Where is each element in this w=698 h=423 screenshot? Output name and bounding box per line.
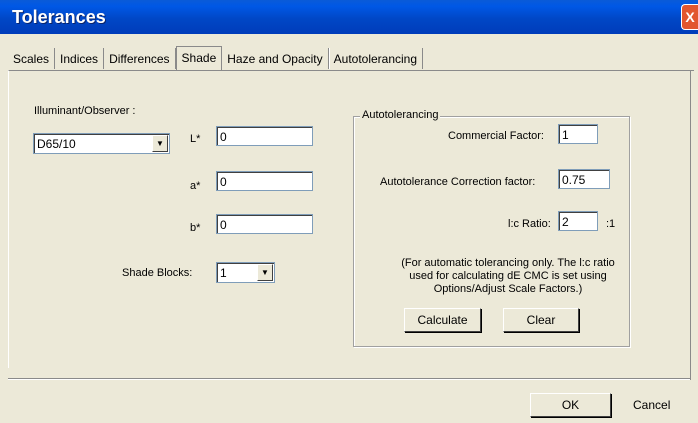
correction-factor-input[interactable]: 0.75 bbox=[558, 169, 610, 189]
lc-ratio-suffix: :1 bbox=[606, 218, 616, 230]
correction-factor-label: Autotolerance Correction factor: bbox=[380, 176, 536, 188]
shade-blocks-select[interactable]: 1 ▼ bbox=[216, 262, 275, 283]
l-star-label: L* bbox=[190, 133, 201, 145]
autotolerancing-group: Autotolerancing bbox=[353, 109, 630, 347]
ok-button[interactable]: OK bbox=[530, 393, 611, 417]
panel-right-edge bbox=[690, 70, 691, 380]
illuminant-observer-label: Illuminant/Observer : bbox=[34, 105, 136, 117]
lc-ratio-input[interactable]: 2 bbox=[558, 211, 598, 231]
tab-autotolerancing[interactable]: Autotolerancing bbox=[329, 48, 424, 69]
a-star-label: a* bbox=[190, 180, 201, 192]
tab-strip: Scales Indices Differences Shade Haze an… bbox=[8, 46, 424, 70]
tab-haze-and-opacity[interactable]: Haze and Opacity bbox=[222, 48, 329, 69]
lc-ratio-label: l:c Ratio: bbox=[508, 218, 551, 230]
shade-blocks-value: 1 bbox=[220, 266, 227, 280]
tab-shade[interactable]: Shade bbox=[175, 46, 223, 70]
cancel-button[interactable]: Cancel bbox=[633, 398, 670, 412]
illuminant-observer-value: D65/10 bbox=[37, 137, 76, 151]
clear-button[interactable]: Clear bbox=[503, 308, 579, 332]
shade-blocks-label: Shade Blocks: bbox=[122, 267, 193, 279]
autotolerancing-note: (For automatic tolerancing only. The l:c… bbox=[401, 257, 615, 295]
b-star-label: b* bbox=[190, 222, 201, 234]
commercial-factor-label: Commercial Factor: bbox=[448, 130, 544, 142]
commercial-factor-input[interactable]: 1 bbox=[558, 124, 598, 144]
chevron-down-icon[interactable]: ▼ bbox=[257, 264, 273, 281]
window-title: Tolerances bbox=[12, 7, 106, 27]
a-star-input[interactable]: 0 bbox=[216, 171, 313, 191]
chevron-down-icon[interactable]: ▼ bbox=[152, 135, 168, 152]
b-star-input[interactable]: 0 bbox=[216, 214, 313, 234]
close-icon[interactable]: X bbox=[681, 4, 698, 30]
l-star-input[interactable]: 0 bbox=[216, 126, 313, 146]
autotolerancing-group-title: Autotolerancing bbox=[360, 109, 441, 121]
footer-separator bbox=[8, 378, 690, 380]
tab-scales[interactable]: Scales bbox=[8, 48, 56, 69]
tab-differences[interactable]: Differences bbox=[104, 48, 176, 69]
title-bar: Tolerances X bbox=[0, 0, 698, 34]
calculate-button[interactable]: Calculate bbox=[404, 308, 481, 332]
tab-indices[interactable]: Indices bbox=[55, 48, 105, 69]
illuminant-observer-select[interactable]: D65/10 ▼ bbox=[33, 133, 170, 154]
